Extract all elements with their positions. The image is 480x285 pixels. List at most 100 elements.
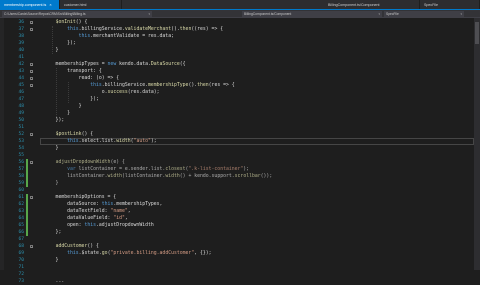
code-line[interactable]: dataSource: this.membershipTypes,	[44, 201, 162, 208]
code-line[interactable]: });	[44, 117, 65, 124]
file-path-dropdown[interactable]: C:\Users\Cards\Source\Repos\CRM\Src\Bill…	[2, 10, 152, 17]
scope-dropdown[interactable]: BillingComponent.ts/Component ▾	[242, 10, 382, 17]
collapse-icon[interactable]: −	[30, 133, 33, 137]
code-line[interactable]: });	[44, 40, 76, 47]
line-number: 40	[18, 48, 24, 53]
code-line[interactable]: read: (o) => {	[44, 75, 119, 82]
chevron-down-icon: ▾	[460, 11, 462, 16]
code-line[interactable]: this.billingService.validateMerchant().t…	[44, 26, 223, 33]
line-number: 56	[18, 160, 24, 165]
tab-specfile[interactable]: SpecFile	[420, 0, 480, 9]
line-number: 55	[18, 153, 24, 158]
document-tab-bar: membership.component.ts × customer.html …	[0, 0, 480, 10]
line-number: 50	[18, 118, 24, 123]
line-number: 59	[18, 181, 24, 186]
code-line[interactable]: };	[44, 229, 62, 236]
code-line[interactable]: this.$state.go("private.billing.addCusto…	[44, 250, 211, 257]
code-line[interactable]: this.merchantValidate = res.data;	[44, 33, 174, 40]
line-number: 45	[18, 83, 24, 88]
tab-spacer	[122, 0, 324, 9]
code-line[interactable]: });	[44, 96, 99, 103]
line-number: 49	[18, 111, 24, 116]
line-number: 73	[18, 279, 24, 284]
member-text: SpecFile	[386, 11, 399, 16]
collapse-icon[interactable]: −	[30, 161, 33, 165]
line-number: 42	[18, 62, 24, 67]
code-line[interactable]: open: this.adjustDropdownWidth	[44, 222, 154, 229]
line-number: 37	[18, 27, 24, 32]
line-number: 38	[18, 34, 24, 39]
code-line[interactable]: this.billingService.membershipType().the…	[44, 82, 234, 89]
line-number: 68	[18, 244, 24, 249]
code-line[interactable]: ...	[44, 278, 65, 285]
chevron-down-icon: ▾	[378, 11, 380, 16]
line-number-gutter: 36 − 37 − 38 39 40 41 42 − 43 − 44 − 45 − 46 47 48 49 50 51 52…	[0, 18, 38, 284]
code-line[interactable]: }	[44, 103, 82, 110]
code-line[interactable]: var listContainer = e.sender.list.closes…	[44, 166, 249, 173]
scope-text: BillingComponent.ts/Component	[244, 11, 292, 16]
vertical-scrollbar[interactable]	[474, 18, 480, 270]
code-line[interactable]: }	[44, 47, 59, 54]
collapse-icon[interactable]: −	[30, 245, 33, 249]
tab-label: BillingComponent.ts/Component	[328, 2, 380, 7]
line-number: 51	[18, 125, 24, 130]
line-number: 69	[18, 251, 24, 256]
code-line[interactable]: transport: {	[44, 68, 102, 75]
line-number: 60	[18, 188, 24, 193]
member-dropdown[interactable]: SpecFile ▾	[384, 10, 464, 17]
line-number: 63	[18, 209, 24, 214]
close-icon[interactable]: ×	[49, 2, 51, 7]
collapse-icon[interactable]: −	[30, 84, 33, 88]
code-line[interactable]: }	[44, 257, 59, 264]
line-number: 66	[18, 230, 24, 235]
code-line[interactable]: }	[44, 180, 59, 187]
tab-label: SpecFile	[424, 2, 438, 7]
scrollbar-thumb[interactable]	[475, 22, 479, 44]
collapse-icon[interactable]: −	[30, 77, 33, 81]
line-number: 53	[18, 139, 24, 144]
line-number: 58	[18, 174, 24, 179]
change-marker	[26, 194, 28, 236]
code-line[interactable]: dataTextField: "name",	[44, 208, 131, 215]
line-number: 57	[18, 167, 24, 172]
line-number: 41	[18, 55, 24, 60]
line-number: 46	[18, 90, 24, 95]
code-line[interactable]: adjustDropdownWidth(e) {	[44, 159, 125, 166]
tab-billing-component[interactable]: BillingComponent.ts/Component	[324, 0, 420, 9]
change-marker	[26, 159, 28, 187]
collapse-icon[interactable]: −	[30, 63, 33, 67]
tab-membership-component[interactable]: membership.component.ts ×	[0, 0, 60, 9]
line-number: 48	[18, 104, 24, 109]
collapse-icon[interactable]: −	[30, 21, 33, 25]
code-editor[interactable]: 36 − 37 − 38 39 40 41 42 − 43 − 44 − 45 − 46 47 48 49 50 51 52…	[0, 18, 474, 284]
tab-customer-html[interactable]: customer.html	[60, 0, 122, 9]
code-line[interactable]: $postLink() {	[44, 131, 94, 138]
line-number: 67	[18, 237, 24, 242]
line-number: 64	[18, 216, 24, 221]
line-number: 39	[18, 41, 24, 46]
code-line[interactable]: this.select.list.width("auto");	[44, 138, 157, 145]
code-line[interactable]: addCustomer() {	[44, 243, 99, 250]
line-number: 44	[18, 76, 24, 81]
code-line[interactable]: membershipTypes = new kendo.data.DataSou…	[44, 61, 186, 68]
code-line[interactable]: $onInit() {	[44, 19, 88, 26]
line-number: 72	[18, 272, 24, 277]
code-line[interactable]: membershipOptions = {	[44, 194, 117, 201]
file-path-text: C:\Users\Cards\Source\Repos\CRM\Src\Bill…	[4, 11, 86, 16]
collapse-icon[interactable]: −	[30, 196, 33, 200]
collapse-icon[interactable]: −	[30, 70, 33, 74]
navigation-bar: C:\Users\Cards\Source\Repos\CRM\Src\Bill…	[0, 10, 480, 18]
code-line[interactable]: dataValueField: "id",	[44, 215, 128, 222]
line-number: 47	[18, 97, 24, 102]
chevron-down-icon: ▾	[148, 11, 150, 16]
code-line[interactable]: }	[44, 110, 70, 117]
line-number: 62	[18, 202, 24, 207]
line-number: 65	[18, 223, 24, 228]
collapse-icon[interactable]: −	[30, 28, 33, 32]
code-line[interactable]: }	[44, 145, 59, 152]
line-number: 61	[18, 195, 24, 200]
line-number: 43	[18, 69, 24, 74]
line-number: 36	[18, 20, 24, 25]
code-line[interactable]: listContainer.width(listContainer.width(…	[44, 173, 272, 180]
code-line[interactable]: o.success(res.data);	[44, 89, 160, 96]
